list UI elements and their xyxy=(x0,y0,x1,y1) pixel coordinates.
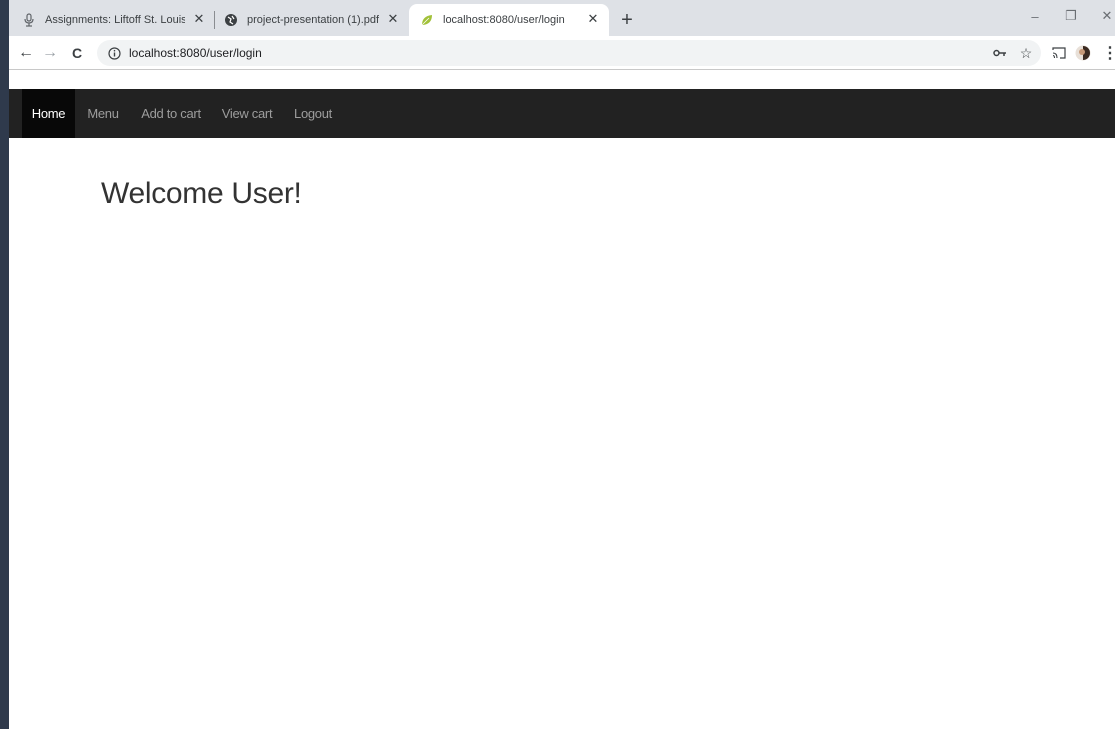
restore-button[interactable]: ❐ xyxy=(1061,6,1081,26)
reload-button[interactable]: C xyxy=(66,42,88,64)
nav-home[interactable]: Home xyxy=(22,89,75,138)
nav-add-to-cart[interactable]: Add to cart xyxy=(136,89,206,138)
new-tab-button[interactable]: + xyxy=(616,9,638,31)
nav-view-cart[interactable]: View cart xyxy=(217,89,277,138)
window-close-button[interactable]: ✕ xyxy=(1097,6,1115,26)
tab-project-presentation[interactable]: project-presentation (1).pdf ✕ xyxy=(223,4,409,36)
star-icon[interactable]: ☆ xyxy=(1017,44,1035,62)
tab-close-button[interactable]: ✕ xyxy=(191,11,207,27)
url-text: localhost:8080/user/login xyxy=(129,46,262,60)
tab-localhost-login[interactable]: localhost:8080/user/login ✕ xyxy=(409,4,609,36)
back-button[interactable]: ← xyxy=(15,42,37,64)
address-bar[interactable]: localhost:8080/user/login xyxy=(97,40,1041,66)
globe-icon xyxy=(223,12,239,28)
leaf-icon xyxy=(419,12,435,28)
tab-assignments[interactable]: Assignments: Liftoff St. Louis (Jul ✕ xyxy=(21,4,211,36)
tab-title: Assignments: Liftoff St. Louis (Jul xyxy=(45,14,185,26)
site-navbar: Home Menu Add to cart View cart Logout xyxy=(9,89,1115,138)
mic-icon xyxy=(21,12,37,28)
menu-icon[interactable]: ⋮ xyxy=(1101,44,1115,62)
key-icon[interactable] xyxy=(991,44,1009,62)
forward-button[interactable]: → xyxy=(39,42,61,64)
tab-title: localhost:8080/user/login xyxy=(443,14,565,26)
browser-toolbar: ← → C localhost:8080/user/login ☆ ⋮ xyxy=(9,36,1115,70)
minimize-button[interactable]: – xyxy=(1025,6,1045,26)
avatar-icon[interactable] xyxy=(1074,44,1092,62)
cast-icon[interactable] xyxy=(1050,44,1068,62)
tab-close-button[interactable]: ✕ xyxy=(385,11,401,27)
tab-strip: Assignments: Liftoff St. Louis (Jul ✕ pr… xyxy=(9,0,1115,36)
tab-close-button[interactable]: ✕ xyxy=(585,11,601,27)
page-title: Welcome User! xyxy=(101,177,302,210)
nav-menu[interactable]: Menu xyxy=(81,89,125,138)
browser-window: Assignments: Liftoff St. Louis (Jul ✕ pr… xyxy=(9,0,1115,729)
tab-separator xyxy=(214,11,215,29)
tab-title: project-presentation (1).pdf xyxy=(247,14,380,26)
info-icon[interactable] xyxy=(107,46,121,60)
nav-logout[interactable]: Logout xyxy=(288,89,338,138)
